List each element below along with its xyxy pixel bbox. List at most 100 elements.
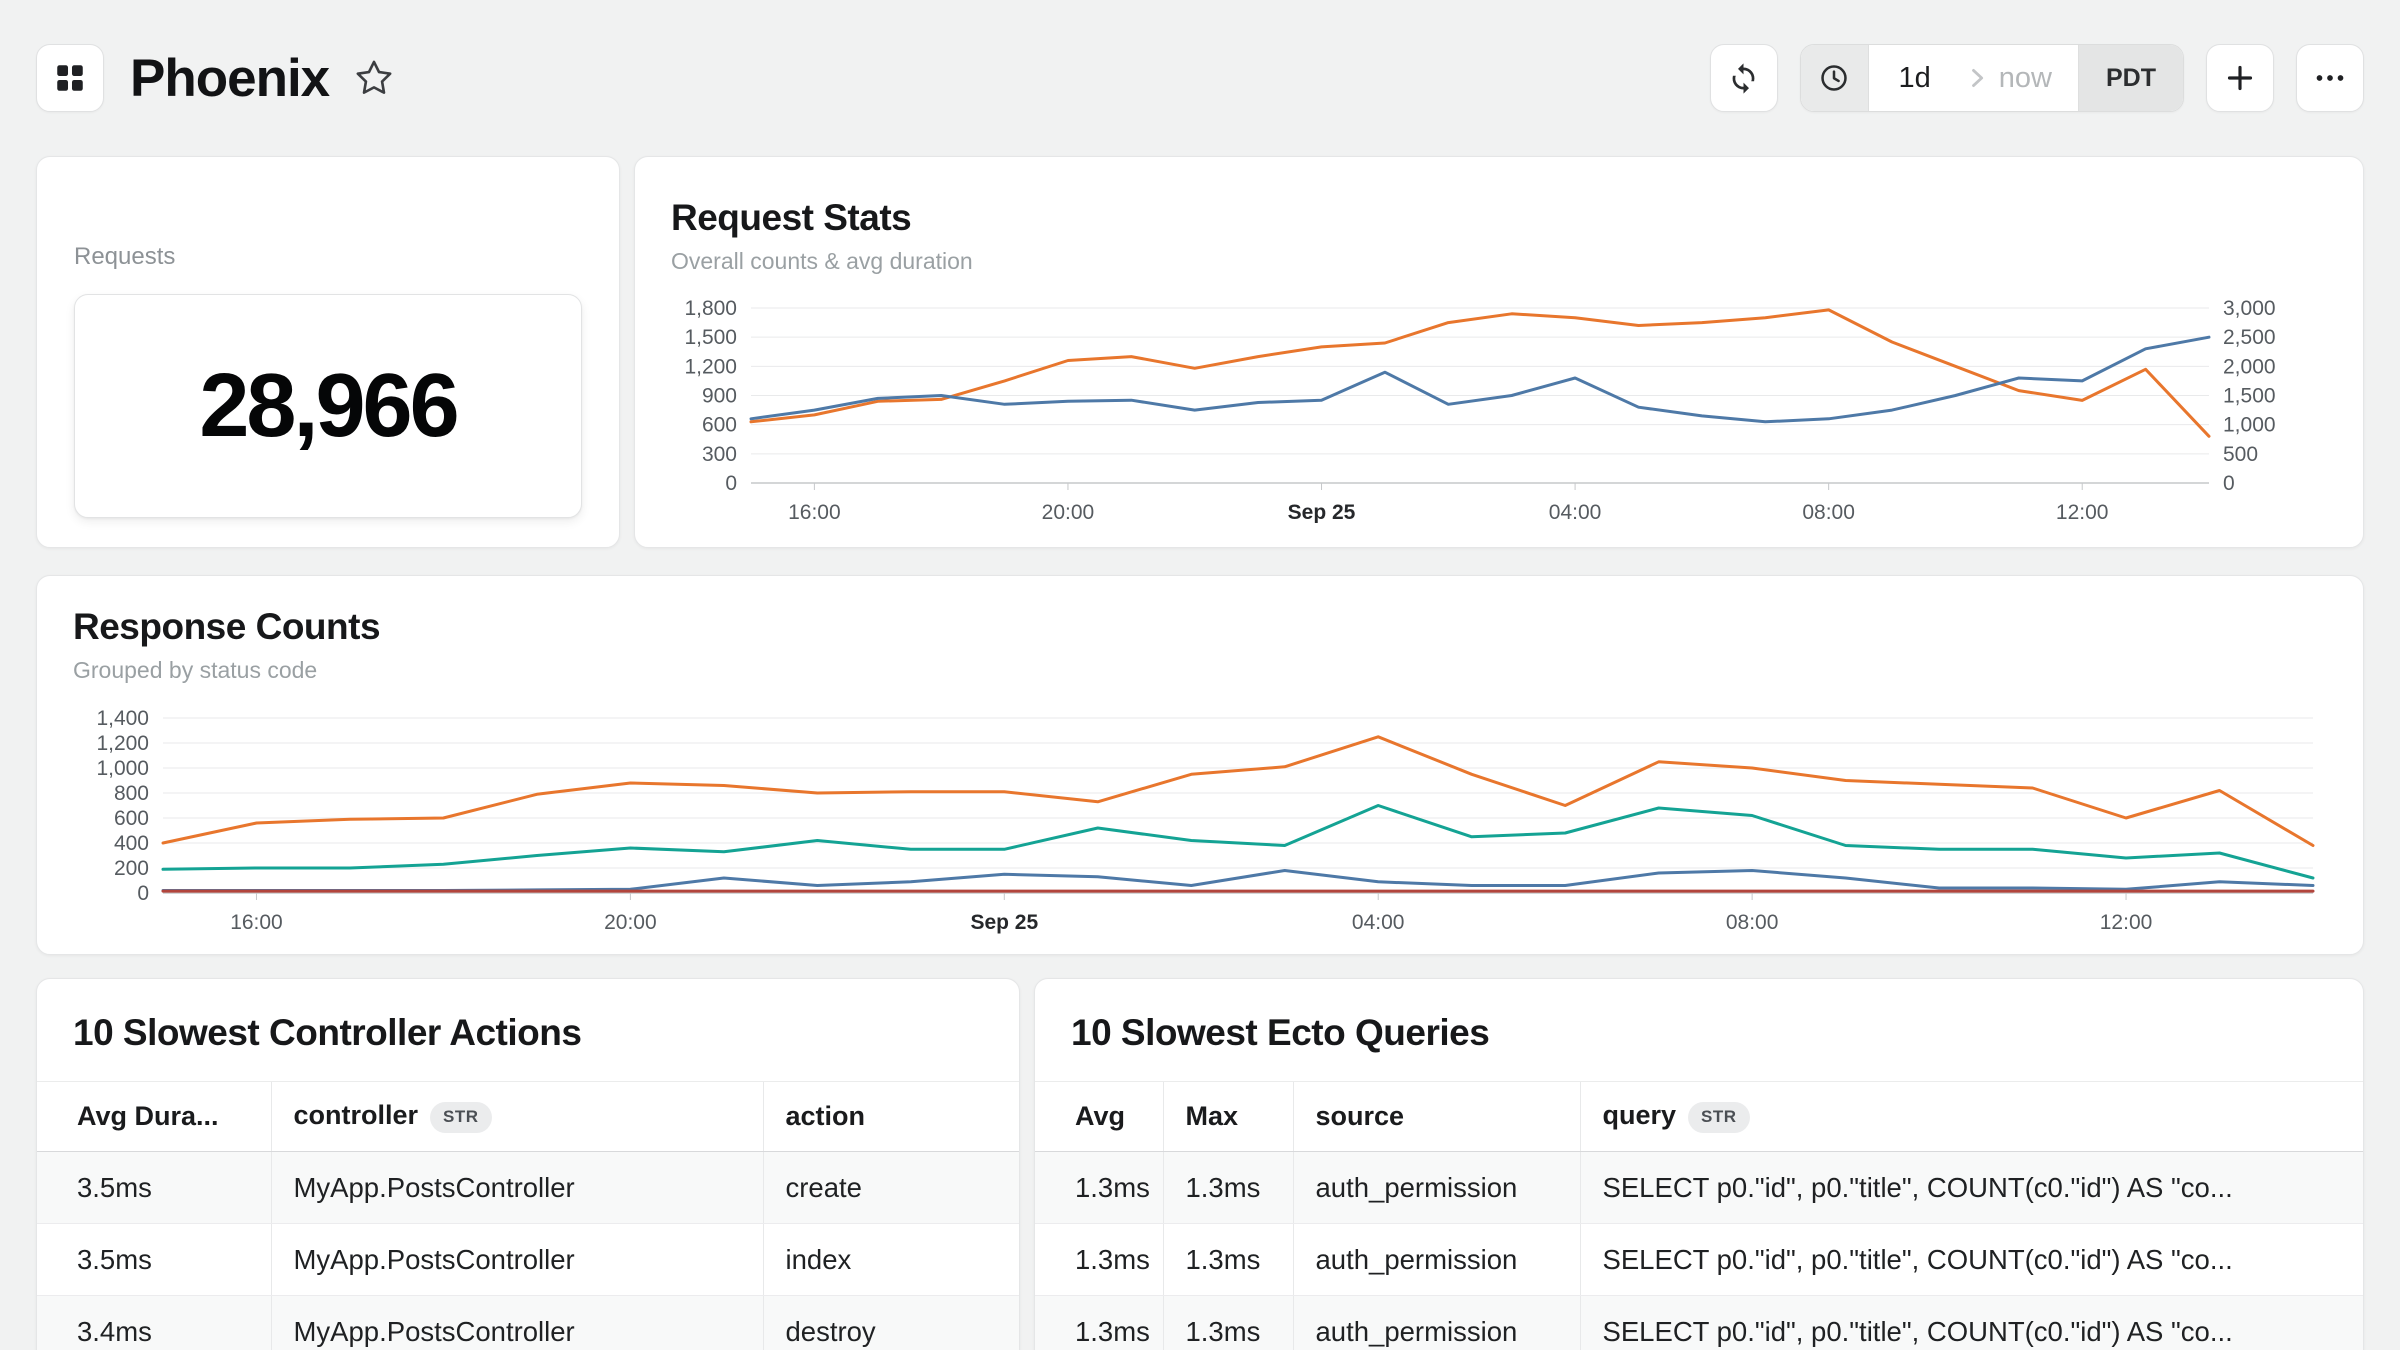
plus-icon [2222,60,2258,96]
dashboard-page: Phoenix 1d [0,0,2400,1350]
svg-text:Sep 25: Sep 25 [970,911,1038,934]
table-cell: auth_permission [1293,1296,1580,1350]
svg-text:20:00: 20:00 [604,911,657,934]
column-header[interactable]: Max [1163,1082,1293,1152]
svg-text:04:00: 04:00 [1352,911,1405,934]
ecto-queries-panel: 10 Slowest Ecto Queries AvgMaxsourcequer… [1034,978,2364,1350]
table-cell: create [763,1152,1019,1224]
board-content: Requests 28,966 Request Stats Overall co… [0,156,2400,1350]
svg-text:08:00: 08:00 [1802,501,1855,523]
table-row[interactable]: 3.5msMyApp.PostsControllerindex [37,1224,1019,1296]
svg-text:1,200: 1,200 [684,355,737,378]
table-cell: MyApp.PostsController [271,1224,763,1296]
requests-panel: Requests 28,966 [36,156,620,548]
column-header[interactable]: source [1293,1082,1580,1152]
svg-text:08:00: 08:00 [1726,911,1779,934]
column-header[interactable]: action [763,1082,1019,1152]
table-cell: 3.4ms [37,1296,271,1350]
requests-stat-card[interactable]: 28,966 [74,294,582,518]
table-row[interactable]: 1.3ms1.3msauth_permissionSELECT p0."id",… [1035,1152,2363,1224]
timezone-button[interactable]: PDT [2078,45,2183,111]
time-range-end-label: now [1999,62,2052,95]
request-stats-chart[interactable]: 003005006001,0009001,5001,2002,0001,5002… [671,293,2327,523]
svg-text:800: 800 [114,782,149,805]
svg-text:2,000: 2,000 [2223,355,2276,378]
column-label: source [1316,1101,1405,1131]
table-cell: MyApp.PostsController [271,1152,763,1224]
table-cell: SELECT p0."id", p0."title", COUNT(c0."id… [1580,1152,2363,1224]
time-range-end[interactable]: now [1961,45,2078,111]
topbar-left: Phoenix [36,44,395,112]
ecto-queries-table: AvgMaxsourcequerySTR1.3ms1.3msauth_permi… [1035,1081,2363,1350]
column-header[interactable]: query STR [1580,1082,2363,1152]
table-cell: 1.3ms [1035,1152,1163,1224]
svg-text:900: 900 [702,385,737,408]
request-stats-title: Request Stats [671,197,2327,239]
column-label: Avg Dura... [77,1101,219,1131]
table-cell: index [763,1224,1019,1296]
controller-actions-table: Avg Dura...controllerSTRaction3.5msMyApp… [37,1081,1019,1350]
svg-text:3,000: 3,000 [2223,297,2276,320]
grid-icon [53,61,87,95]
controller-actions-title: 10 Slowest Controller Actions [73,1012,983,1054]
svg-text:200: 200 [114,857,149,880]
column-label: controller [294,1100,419,1130]
svg-text:1,200: 1,200 [96,732,149,755]
table-row[interactable]: 3.4msMyApp.PostsControllerdestroy [37,1296,1019,1350]
table-cell: SELECT p0."id", p0."title", COUNT(c0."id… [1580,1296,2363,1350]
table-row[interactable]: 1.3ms1.3msauth_permissionSELECT p0."id",… [1035,1224,2363,1296]
time-range-clock-button[interactable] [1801,45,1869,111]
more-button[interactable] [2296,44,2364,112]
requests-label: Requests [74,243,582,271]
chevron-right-icon [1963,64,1991,92]
request-stats-panel: Request Stats Overall counts & avg durat… [634,156,2364,548]
svg-text:04:00: 04:00 [1549,501,1602,523]
column-header[interactable]: controller STR [271,1082,763,1152]
svg-text:Sep 25: Sep 25 [1288,501,1356,523]
svg-text:12:00: 12:00 [2100,911,2153,934]
favorite-star-button[interactable] [353,57,395,99]
table-row[interactable]: 3.5msMyApp.PostsControllercreate [37,1152,1019,1224]
boards-grid-button[interactable] [36,44,104,112]
svg-text:12:00: 12:00 [2056,501,2109,523]
response-counts-subtitle: Grouped by status code [73,657,2327,684]
table-cell: 1.3ms [1163,1224,1293,1296]
table-cell: 3.5ms [37,1224,271,1296]
response-counts-chart[interactable]: 02004006008001,0001,2001,40016:0020:00Se… [73,698,2327,943]
table-cell: SELECT p0."id", p0."title", COUNT(c0."id… [1580,1224,2363,1296]
table-cell: 1.3ms [1163,1152,1293,1224]
svg-text:1,800: 1,800 [684,297,737,320]
refresh-icon [1727,62,1760,95]
column-label: Max [1186,1101,1239,1131]
svg-text:20:00: 20:00 [1042,501,1095,523]
svg-text:600: 600 [114,807,149,830]
column-label: query [1603,1100,1677,1130]
time-range-duration-button[interactable]: 1d [1869,45,1961,111]
table-cell: 1.3ms [1035,1296,1163,1350]
table-row[interactable]: 1.3ms1.3msauth_permissionSELECT p0."id",… [1035,1296,2363,1350]
table-cell: destroy [763,1296,1019,1350]
svg-text:1,500: 1,500 [2223,385,2276,408]
clock-icon [1818,62,1850,94]
svg-text:0: 0 [725,472,737,495]
column-header[interactable]: Avg [1035,1082,1163,1152]
refresh-button[interactable] [1710,44,1778,112]
svg-text:1,000: 1,000 [2223,414,2276,437]
table-cell: MyApp.PostsController [271,1296,763,1350]
requests-count-value: 28,966 [199,355,456,458]
svg-text:0: 0 [137,882,149,905]
response-counts-panel: Response Counts Grouped by status code 0… [36,575,2364,955]
svg-text:16:00: 16:00 [788,501,841,523]
type-badge: STR [430,1102,492,1133]
svg-text:500: 500 [2223,443,2258,466]
column-label: Avg [1075,1101,1125,1131]
column-header[interactable]: Avg Dura... [37,1082,271,1152]
type-badge: STR [1688,1102,1750,1133]
svg-text:1,000: 1,000 [96,757,149,780]
svg-text:0: 0 [2223,472,2235,495]
topbar: Phoenix 1d [0,0,2400,156]
add-button[interactable] [2206,44,2274,112]
table-header-row: Avg Dura... controller STR action [37,1082,1019,1152]
svg-text:16:00: 16:00 [230,911,283,934]
board-title: Phoenix [130,48,329,109]
